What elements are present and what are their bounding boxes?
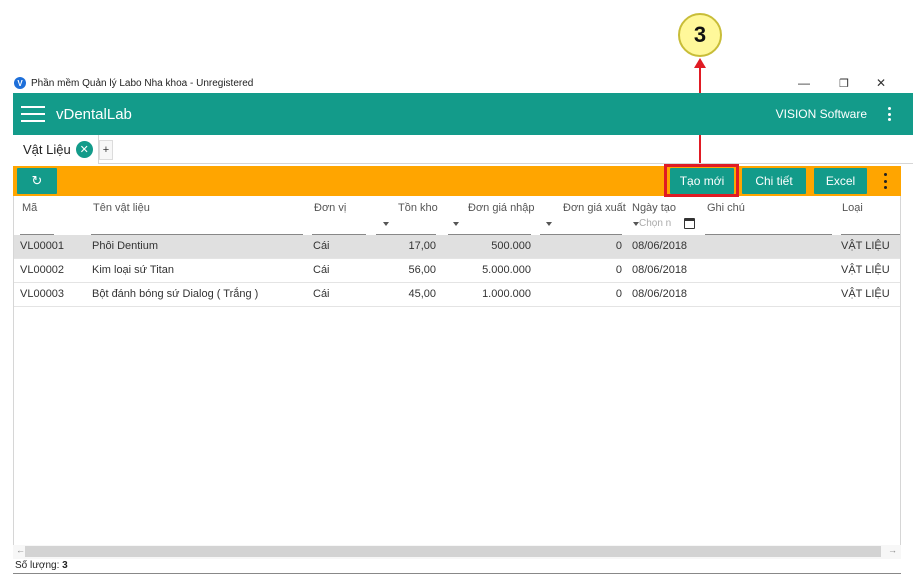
column-header-note[interactable]: Ghi chú <box>707 202 745 214</box>
count-label: Số lượng: <box>15 560 60 571</box>
app-header: vDentalLab VISION Software <box>13 93 913 135</box>
cell-buy-price: 1.000.000 <box>482 288 531 300</box>
menu-icon[interactable] <box>21 106 45 122</box>
cell-unit: Cái <box>313 264 330 276</box>
column-header-created-date[interactable]: Ngày tạo <box>632 202 676 214</box>
cell-name: Bột đánh bóng sứ Dialog ( Trắng ) <box>92 288 259 300</box>
column-header-sell-price[interactable]: Đơn giá xuất <box>563 202 626 214</box>
create-button-highlight <box>664 164 739 197</box>
cell-type: VẬT LIỆU <box>841 240 890 252</box>
scroll-left-icon[interactable]: ← <box>16 545 25 555</box>
filter-buy-dropdown-icon[interactable] <box>453 222 459 226</box>
table-row[interactable]: VL00001 Phôi Dentium Cái 17,00 500.000 0… <box>14 235 900 259</box>
column-header-unit[interactable]: Đơn vị <box>314 202 346 214</box>
horizontal-scrollbar[interactable]: ← → <box>13 545 901 559</box>
cell-unit: Cái <box>313 288 330 300</box>
cell-date: 08/06/2018 <box>632 288 688 300</box>
refresh-button[interactable]: ↻ <box>17 168 57 194</box>
window-titlebar: V Phần mềm Quản lý Labo Nha khoa - Unreg… <box>13 73 913 93</box>
step-callout: 3 <box>678 13 722 57</box>
cell-sell-price: 0 <box>615 240 622 252</box>
table-row[interactable]: VL00002 Kim loại sứ Titan Cái 56,00 5.00… <box>14 259 900 283</box>
add-tab-button[interactable]: + <box>99 140 113 160</box>
column-header-stock[interactable]: Tồn kho <box>398 202 438 214</box>
cell-name: Kim loại sứ Titan <box>92 264 174 276</box>
table-row[interactable]: VL00003 Bột đánh bóng sứ Dialog ( Trắng … <box>14 283 900 307</box>
filter-stock-dropdown-icon[interactable] <box>383 222 389 226</box>
cell-code: VL00001 <box>20 240 65 252</box>
close-window-button[interactable]: ✕ <box>866 73 896 93</box>
cell-stock: 56,00 <box>408 264 436 276</box>
detail-button[interactable]: Chi tiết <box>742 168 806 194</box>
annotation-arrow-head <box>694 58 706 68</box>
toolbar: ↻ Tạo mới Chi tiết Excel <box>13 166 901 196</box>
cell-date: 08/06/2018 <box>632 240 688 252</box>
cell-unit: Cái <box>313 240 330 252</box>
date-filter-input[interactable]: Chọn n <box>639 218 671 229</box>
app-title: vDentalLab <box>56 105 132 123</box>
cell-stock: 45,00 <box>408 288 436 300</box>
tab-strip: Vật Liệu ✕ + <box>13 135 913 164</box>
minimize-button[interactable]: — <box>789 73 819 93</box>
cell-sell-price: 0 <box>615 288 622 300</box>
app-logo-icon: V <box>14 77 26 89</box>
step-number: 3 <box>693 22 707 47</box>
company-name: VISION Software <box>775 107 867 121</box>
cell-code: VL00002 <box>20 264 65 276</box>
more-vert-icon[interactable] <box>887 107 891 121</box>
cell-name: Phôi Dentium <box>92 240 159 252</box>
cell-buy-price: 500.000 <box>491 240 531 252</box>
cell-type: VẬT LIỆU <box>841 264 890 276</box>
materials-table: Mã Tên vật liệu Đơn vị Tồn kho Đơn giá n… <box>13 196 901 558</box>
column-header-name[interactable]: Tên vật liệu <box>93 202 150 214</box>
column-header-code[interactable]: Mã <box>22 202 37 214</box>
scroll-right-icon[interactable]: → <box>888 545 897 555</box>
cell-code: VL00003 <box>20 288 65 300</box>
footer-divider <box>13 573 901 574</box>
calendar-icon[interactable] <box>684 218 695 229</box>
cell-type: VẬT LIỆU <box>841 288 890 300</box>
maximize-button[interactable]: ❐ <box>829 73 859 93</box>
cell-date: 08/06/2018 <box>632 264 688 276</box>
cell-sell-price: 0 <box>615 264 622 276</box>
excel-button[interactable]: Excel <box>814 168 867 194</box>
record-count: Số lượng: 3 <box>15 560 68 571</box>
tab-label: Vật Liệu <box>23 142 71 157</box>
toolbar-more-icon[interactable] <box>883 173 887 189</box>
cell-stock: 17,00 <box>408 240 436 252</box>
tab-close-icon[interactable]: ✕ <box>75 141 93 158</box>
cell-buy-price: 5.000.000 <box>482 264 531 276</box>
tab-vat-lieu[interactable]: Vật Liệu ✕ <box>13 135 99 164</box>
filter-sell-dropdown-icon[interactable] <box>546 222 552 226</box>
scrollbar-thumb[interactable] <box>25 546 881 557</box>
column-header-type[interactable]: Loại <box>842 202 863 214</box>
column-header-buy-price[interactable]: Đơn giá nhập <box>468 202 535 214</box>
count-value: 3 <box>62 560 68 571</box>
window-title: Phần mềm Quản lý Labo Nha khoa - Unregis… <box>31 77 254 89</box>
